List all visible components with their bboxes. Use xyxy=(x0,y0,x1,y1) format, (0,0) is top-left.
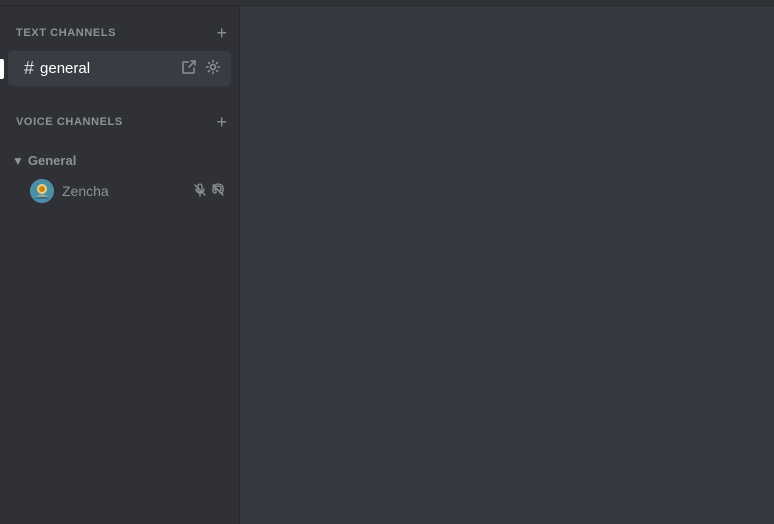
text-channels-header[interactable]: TEXT CHANNELS + xyxy=(0,6,239,50)
text-channels-label: TEXT CHANNELS xyxy=(16,27,116,39)
chevron-down-icon: ▼ xyxy=(12,154,24,168)
voice-user-zencha[interactable]: Zencha xyxy=(24,175,231,207)
app-layout: TEXT CHANNELS + # general xyxy=(0,6,774,524)
add-voice-channel-button[interactable]: + xyxy=(212,111,231,133)
invite-icon[interactable] xyxy=(179,57,199,80)
channel-item-general[interactable]: # general xyxy=(8,51,231,86)
channel-settings-icon[interactable] xyxy=(203,57,223,80)
sidebar: TEXT CHANNELS + # general xyxy=(0,6,240,524)
voice-user-action-icons xyxy=(193,183,225,200)
channel-hash-icon: # xyxy=(24,58,34,79)
voice-username-zencha: Zencha xyxy=(62,183,193,199)
voice-category-general: ▼ General xyxy=(0,147,239,208)
channel-name-general: general xyxy=(40,60,179,77)
voice-category-header[interactable]: ▼ General xyxy=(8,147,231,174)
voice-channels-header[interactable]: VOICE CHANNELS + xyxy=(0,95,239,139)
avatar-image xyxy=(30,179,54,203)
main-content xyxy=(240,6,774,524)
deafen-user-icon[interactable] xyxy=(211,183,225,200)
channel-action-icons xyxy=(179,57,223,80)
avatar-zencha xyxy=(30,179,54,203)
mute-user-icon[interactable] xyxy=(193,183,207,200)
add-text-channel-button[interactable]: + xyxy=(212,22,231,44)
voice-category-name: General xyxy=(28,153,227,168)
voice-channels-label: VOICE CHANNELS xyxy=(16,116,123,128)
